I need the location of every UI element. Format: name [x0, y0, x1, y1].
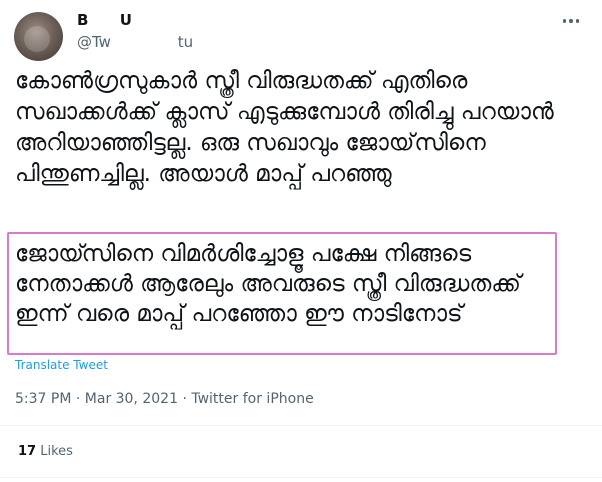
likes-number: 17	[18, 444, 37, 459]
likes-count[interactable]: 17 Likes	[18, 444, 73, 459]
tweet-source[interactable]: Twitter for iPhone	[191, 391, 313, 407]
avatar-image	[24, 26, 50, 52]
user-display-name[interactable]: B U	[77, 11, 132, 29]
highlighted-tweet-text: ജോയ്സിനെ വിമർശിച്ചോളൂ പക്ഷേ നിങ്ങടെ നേതാ…	[15, 241, 521, 327]
tweet-date[interactable]: Mar 30, 2021	[85, 391, 178, 407]
meta-separator: ·	[71, 391, 85, 407]
user-handle[interactable]: @Tw tu	[77, 33, 193, 51]
meta-separator: ·	[178, 391, 192, 407]
translate-tweet-link[interactable]: Translate Tweet	[15, 358, 108, 372]
likes-label: Likes	[40, 444, 73, 459]
more-options-icon[interactable]	[558, 14, 584, 28]
avatar[interactable]	[14, 12, 63, 61]
tweet-text: കോൺഗ്രസുകാർ സ്ത്രീ വിരുദ്ധതക്ക് എതിരെ സഖ…	[15, 68, 554, 187]
divider	[0, 425, 602, 426]
divider	[0, 477, 602, 478]
tweet-metadata: 5:37 PM · Mar 30, 2021 · Twitter for iPh…	[15, 391, 314, 407]
tweet-time[interactable]: 5:37 PM	[15, 391, 71, 407]
